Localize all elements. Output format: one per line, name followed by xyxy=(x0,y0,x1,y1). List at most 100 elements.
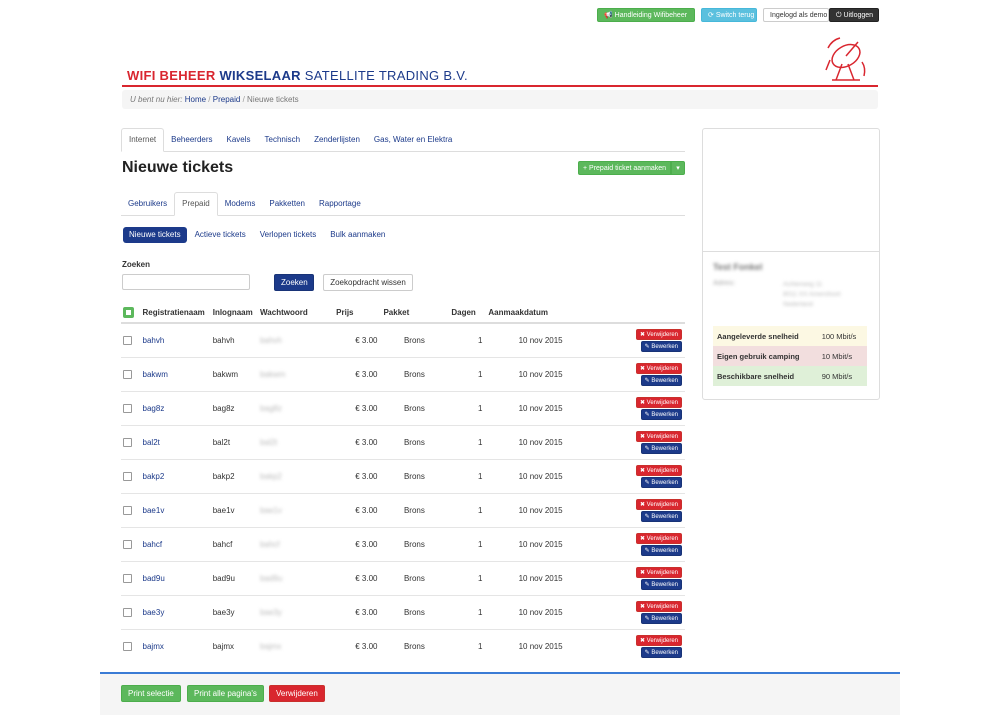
registration-link[interactable]: bad9u xyxy=(143,574,165,583)
clear-search-button[interactable]: Zoekopdracht wissen xyxy=(323,274,413,291)
registration-link[interactable]: bahvh xyxy=(143,336,165,345)
registration-link[interactable]: bakwm xyxy=(143,370,168,379)
table-row: bahcf bahcf bahcf € 3.00 Brons 1 10 nov 2015 ✖ … xyxy=(121,527,685,562)
print-all-pages-button[interactable]: Print alle pagina's xyxy=(187,685,264,702)
row-checkbox[interactable] xyxy=(123,506,132,516)
logged-in-as-button[interactable]: Ingelogd als demo xyxy=(763,8,829,22)
days-cell: 1 xyxy=(448,459,486,494)
tab-pakketten[interactable]: Pakketten xyxy=(262,193,312,215)
tab-rapportage[interactable]: Rapportage xyxy=(312,193,368,215)
registration-link[interactable]: bal2t xyxy=(143,438,160,447)
package-cell: Brons xyxy=(380,322,449,358)
edit-row-button[interactable]: ✎ Bewerken xyxy=(640,341,682,352)
col-aanmaakdatum[interactable]: Aanmaakdatum xyxy=(485,302,566,324)
password-cell: bakwm xyxy=(257,357,334,392)
col-inlognaam[interactable]: Inlognaam xyxy=(209,302,258,324)
row-checkbox[interactable] xyxy=(123,438,132,448)
brand-part-3: SATELLITE TRADING B.V. xyxy=(300,68,468,83)
pill-verlopen-tickets[interactable]: Verlopen tickets xyxy=(254,227,322,243)
tab-technisch[interactable]: Technisch xyxy=(258,129,308,151)
breadcrumb-home-link[interactable]: Home xyxy=(185,95,206,104)
edit-row-button[interactable]: ✎ Bewerken xyxy=(640,375,682,386)
edit-row-button[interactable]: ✎ Bewerken xyxy=(640,477,682,488)
print-selection-button[interactable]: Print selectie xyxy=(121,685,181,702)
address-block: Adres: Achterweg 11 8011 XX Amersfoort N… xyxy=(713,280,869,310)
col-dagen[interactable]: Dagen xyxy=(448,302,486,324)
registration-link[interactable]: bag8z xyxy=(143,404,165,413)
table-header-row: Registratienaam Inlognaam Wachtwoord Pri… xyxy=(121,302,685,324)
camping-info-panel: Test Fonkel Adres: Achterweg 11 8011 XX … xyxy=(702,128,880,400)
password-value: bahcf xyxy=(260,540,280,549)
manual-button[interactable]: 📢 Handleiding Wifibeheer xyxy=(597,8,695,22)
switch-back-button[interactable]: ⟳ Switch terug xyxy=(701,8,757,22)
create-ticket-button[interactable]: + Prepaid ticket aanmaken xyxy=(578,161,671,175)
password-cell: bae1v xyxy=(257,493,334,528)
map-placeholder xyxy=(703,129,879,252)
row-checkbox[interactable] xyxy=(123,574,132,584)
login-cell: bajmx xyxy=(209,629,258,663)
registration-link[interactable]: bakp2 xyxy=(143,472,165,481)
address-line: Achterweg 11 xyxy=(783,281,823,288)
tab-modems[interactable]: Modems xyxy=(218,193,263,215)
delete-row-button[interactable]: ✖ Verwijderen xyxy=(635,465,682,476)
edit-row-button[interactable]: ✎ Bewerken xyxy=(640,511,682,522)
delete-row-button[interactable]: ✖ Verwijderen xyxy=(635,363,682,374)
search-button[interactable]: Zoeken xyxy=(274,274,314,291)
row-checkbox[interactable] xyxy=(123,472,132,482)
edit-row-button[interactable]: ✎ Bewerken xyxy=(640,613,682,624)
speed-value: 90 Mbit/s xyxy=(821,371,853,381)
delete-row-button[interactable]: ✖ Verwijderen xyxy=(635,533,682,544)
delete-row-button[interactable]: ✖ Verwijderen xyxy=(635,635,682,646)
tab-gas-water-elektra[interactable]: Gas, Water en Elektra xyxy=(367,129,459,151)
registration-link[interactable]: bahcf xyxy=(143,540,163,549)
row-checkbox[interactable] xyxy=(123,404,132,414)
pill-actieve-tickets[interactable]: Actieve tickets xyxy=(189,227,252,243)
col-actions xyxy=(565,302,685,324)
days-cell: 1 xyxy=(448,493,486,528)
package-cell: Brons xyxy=(380,629,449,663)
tab-zenderlijsten[interactable]: Zenderlijsten xyxy=(307,129,367,151)
tab-prepaid[interactable]: Prepaid xyxy=(174,192,218,216)
delete-row-button[interactable]: ✖ Verwijderen xyxy=(635,431,682,442)
row-checkbox[interactable] xyxy=(123,370,132,380)
login-cell: bahvh xyxy=(209,322,258,358)
search-input[interactable] xyxy=(122,274,250,290)
edit-row-button[interactable]: ✎ Bewerken xyxy=(640,647,682,658)
logout-button[interactable]: ⏻ Uitloggen xyxy=(829,8,879,22)
delete-row-button[interactable]: ✖ Verwijderen xyxy=(635,567,682,578)
tab-kavels[interactable]: Kavels xyxy=(220,129,258,151)
row-checkbox[interactable] xyxy=(123,540,132,550)
col-registratienaam[interactable]: Registratienaam xyxy=(139,302,210,324)
tab-beheerders[interactable]: Beheerders xyxy=(164,129,219,151)
delete-row-button[interactable]: ✖ Verwijderen xyxy=(635,499,682,510)
tab-internet[interactable]: Internet xyxy=(121,128,165,152)
edit-row-button[interactable]: ✎ Bewerken xyxy=(640,579,682,590)
reg-cell: bakwm xyxy=(139,357,210,392)
registration-link[interactable]: bae1v xyxy=(143,506,165,515)
delete-row-button[interactable]: ✖ Verwijderen xyxy=(635,397,682,408)
row-checkbox[interactable] xyxy=(123,608,132,618)
edit-row-button[interactable]: ✎ Bewerken xyxy=(640,545,682,556)
col-prijs[interactable]: Prijs xyxy=(333,302,381,324)
days-cell: 1 xyxy=(448,527,486,562)
col-pakket[interactable]: Pakket xyxy=(380,302,449,324)
delete-row-button[interactable]: ✖ Verwijderen xyxy=(635,601,682,612)
speed-row: Aangeleverde snelheid 100 Mbit/s xyxy=(713,326,867,346)
tab-gebruikers[interactable]: Gebruikers xyxy=(121,193,174,215)
col-wachtwoord[interactable]: Wachtwoord xyxy=(257,302,334,324)
pill-nieuwe-tickets[interactable]: Nieuwe tickets xyxy=(123,227,187,243)
row-checkbox[interactable] xyxy=(123,642,132,652)
registration-link[interactable]: bajmx xyxy=(143,642,164,651)
edit-row-button[interactable]: ✎ Bewerken xyxy=(640,409,682,420)
breadcrumb-prepaid-link[interactable]: Prepaid xyxy=(213,95,241,104)
create-ticket-dropdown[interactable]: ▾ xyxy=(671,161,685,175)
row-checkbox[interactable] xyxy=(123,336,132,346)
edit-row-button[interactable]: ✎ Bewerken xyxy=(640,443,682,454)
delete-row-button[interactable]: ✖ Verwijderen xyxy=(635,329,682,340)
delete-selected-button[interactable]: Verwijderen xyxy=(269,685,325,702)
date-cell: 10 nov 2015 xyxy=(485,425,566,460)
pill-bulk-aanmaken[interactable]: Bulk aanmaken xyxy=(324,227,391,243)
select-all-checkbox[interactable] xyxy=(123,306,134,318)
registration-link[interactable]: bae3y xyxy=(143,608,165,617)
row-select-cell xyxy=(121,527,140,562)
